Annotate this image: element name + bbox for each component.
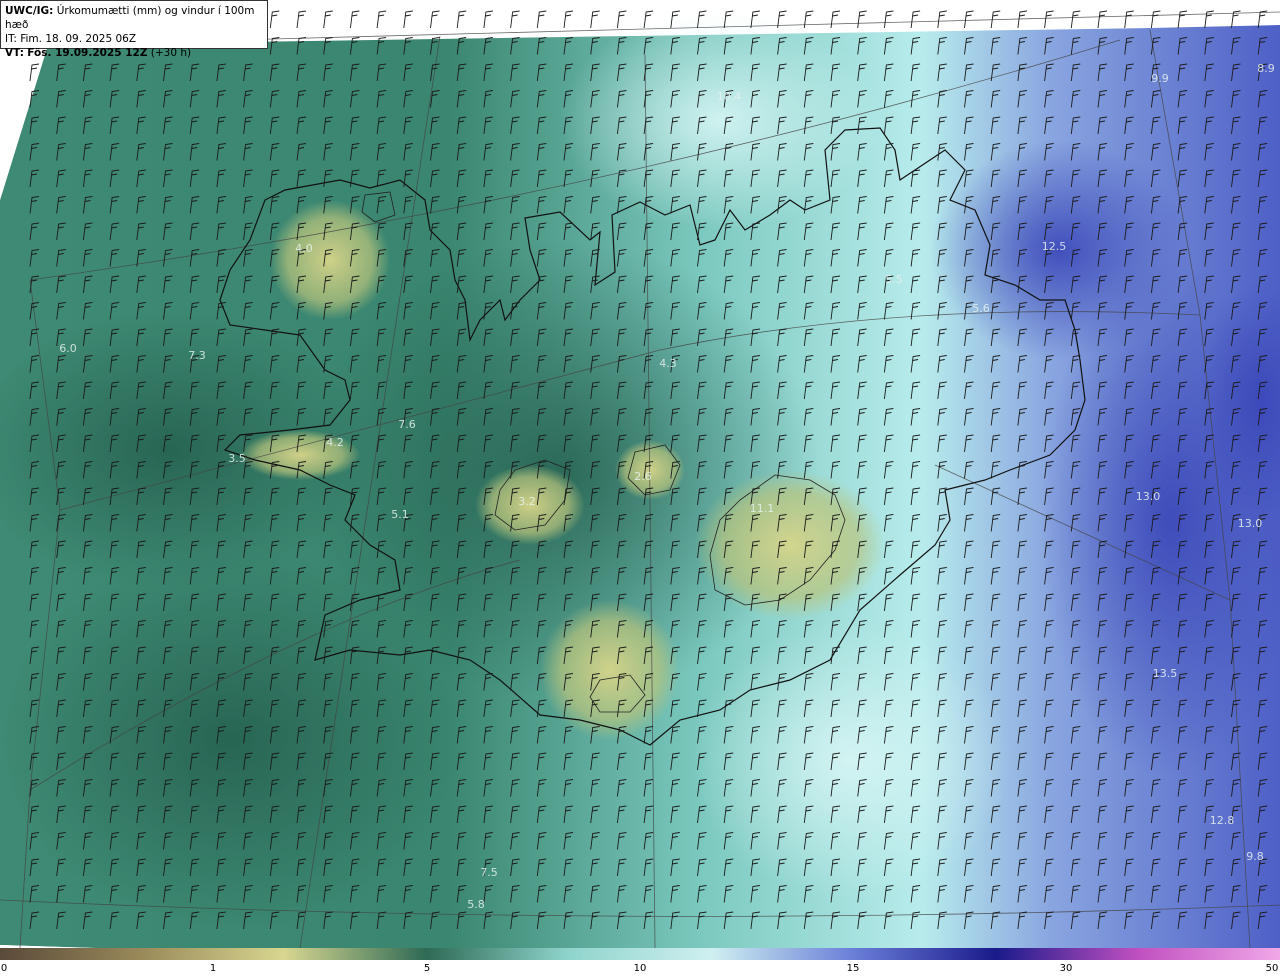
wind-barb: [910, 10, 921, 29]
weather-map: 4.0 6.0 7.3 4.2 3.5 3.2 4.3 5.5 5.6 12.5 13.0 13.0 1…: [0, 10, 1280, 948]
wind-barb: [430, 10, 440, 29]
precip-value-label: 5.8: [467, 898, 485, 911]
wind-barb: [1124, 10, 1134, 29]
precip-value-label: 12.8: [1210, 814, 1235, 827]
wind-barb: [1097, 10, 1108, 29]
wind-barb: [1017, 10, 1027, 29]
colorbar-tick: 15: [846, 963, 860, 974]
wind-barb: [483, 10, 493, 29]
precip-value-label: 3.5: [228, 452, 246, 465]
wind-barb: [830, 10, 841, 29]
wind-barb: [937, 10, 947, 29]
wind-barb: [456, 10, 467, 29]
colorbar: 0 1 5 10 15 30 50: [0, 948, 1280, 978]
precip-value-label: 13.0: [1238, 517, 1263, 530]
wind-barb: [1070, 10, 1081, 29]
colorbar-tick: 0: [0, 963, 8, 974]
precip-value-label: 12.5: [1042, 240, 1067, 253]
wind-barb: [323, 10, 333, 29]
colorbar-tick: 30: [1059, 963, 1073, 974]
precip-value-label: 7.6: [398, 418, 416, 431]
init-time: IT: Fim. 18. 09. 2025 06Z: [5, 33, 137, 45]
colorbar-tick: 50: [1265, 963, 1279, 974]
wind-barb: [616, 10, 627, 29]
valid-time-line: VT: Fös. 19.09.2025 12Z (+30 h): [5, 46, 263, 60]
precip-value-label: 11.1: [750, 502, 775, 515]
precip-value-label: 4.2: [326, 436, 344, 449]
precip-value-label: 5.5: [885, 273, 903, 286]
precip-value-label: 8.9: [1257, 62, 1275, 75]
lead-time: (+30 h): [150, 47, 192, 59]
precip-value-label: 9.8: [1246, 850, 1264, 863]
colorbar-gradient: [0, 948, 1280, 960]
colorbar-tick: 1: [209, 963, 217, 974]
wind-barb: [536, 10, 547, 29]
wind-barb: [269, 10, 280, 29]
wind-barb: [296, 10, 307, 29]
precip-value-label: 4.0: [295, 242, 313, 255]
precip-yellow-vatnajokull: [695, 470, 885, 620]
model-name: UWC/IG:: [5, 5, 54, 17]
wind-barb: [857, 10, 867, 29]
precip-value-label: 2.6: [634, 470, 652, 483]
map-header: UWC/IG: Úrkomumætti (mm) og vindur í 100…: [0, 0, 268, 59]
header-title-line: UWC/IG: Úrkomumætti (mm) og vindur í 100…: [5, 4, 263, 32]
precip-value-label: 4.3: [659, 357, 677, 370]
precip-value-label: 6.0: [59, 342, 77, 355]
precip-value-label: 10.4: [717, 90, 742, 103]
wind-barb: [590, 10, 600, 29]
precip-value-label: 7.3: [188, 349, 206, 362]
precip-value-label: 5.6: [972, 302, 990, 315]
colorbar-tick: 10: [633, 963, 647, 974]
precip-yellow-westfjords: [270, 200, 390, 320]
wind-barb: [403, 10, 413, 29]
wind-barb: [1044, 10, 1054, 29]
wind-barb: [376, 10, 387, 29]
wind-barb: [510, 10, 520, 29]
colorbar-tick: 5: [423, 963, 431, 974]
precip-value-label: 13.5: [1153, 667, 1178, 680]
valid-time: Fös. 19.09.2025 12Z: [27, 47, 148, 59]
precip-value-label: 9.9: [1151, 72, 1169, 85]
wind-barb: [964, 10, 974, 29]
precip-light-se: [690, 620, 1010, 900]
precip-value-label: 7.5: [480, 866, 498, 879]
precip-value-label: 3.2: [518, 495, 536, 508]
wind-barb: [803, 10, 814, 29]
precip-value-label: 5.1: [391, 508, 409, 521]
wind-barb: [349, 10, 360, 29]
wind-barb: [563, 10, 574, 29]
wind-barb: [883, 10, 894, 29]
precip-yellow-south: [540, 600, 680, 740]
precip-value-label: 13.0: [1136, 490, 1161, 503]
wind-barb: [1150, 10, 1161, 29]
wind-barb: [1177, 10, 1188, 29]
valid-label: VT:: [5, 47, 24, 59]
